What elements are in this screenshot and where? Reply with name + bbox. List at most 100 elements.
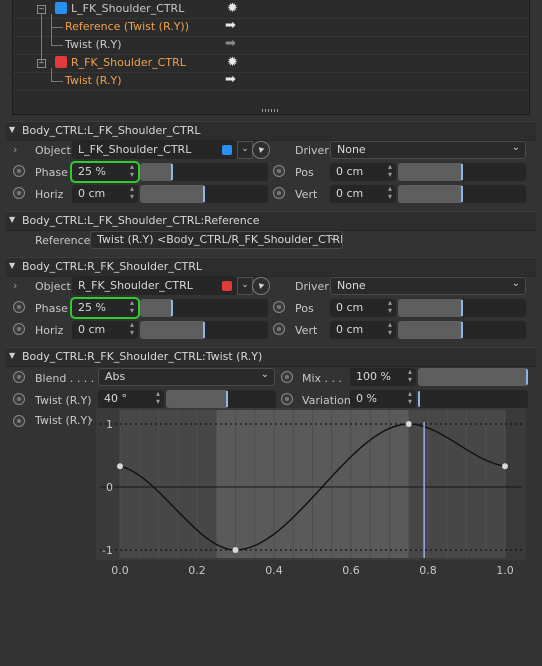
spline-key-point[interactable] [232,547,239,553]
tree-label: R_FK_Shoulder_CTRL [71,56,186,69]
slider-handle[interactable] [461,186,463,202]
collapse-triangle-icon[interactable]: ▼ [9,351,15,360]
spinner-icon[interactable]: ▴ ▾ [408,368,412,384]
tree-row[interactable]: − L_FK_Shoulder_CTRL ✹ [13,0,529,19]
pos-anim-toggle[interactable] [273,165,285,177]
pick-object-button[interactable] [252,141,270,159]
slider-handle[interactable] [526,369,528,385]
slider-handle[interactable] [461,322,463,338]
mix-anim-toggle[interactable] [281,371,293,383]
object-field[interactable]: L_FK_Shoulder_CTRL [72,141,237,159]
slider-handle[interactable] [461,300,463,316]
spline-key-point[interactable] [502,463,508,470]
pos-slider[interactable] [398,299,526,317]
spinner-icon[interactable]: ▴ ▾ [156,390,160,406]
arrow-right-icon[interactable]: ➡ [225,72,236,87]
pos-value: 0 cm [336,165,364,178]
horiz-anim-toggle[interactable] [13,187,25,199]
expand-chevron-icon[interactable]: › [13,143,17,156]
tree-row[interactable]: Twist (R.Y) ➡ [13,36,529,55]
pos-slider[interactable] [398,163,526,181]
slider-handle[interactable] [171,164,173,180]
phase-label: Phase [35,166,68,179]
sun-icon[interactable]: ✹ [227,1,238,16]
slider-handle[interactable] [203,322,205,338]
slider-fill [140,185,204,203]
curve-anim-toggle[interactable] [13,415,25,427]
phase-anim-toggle[interactable] [13,165,25,177]
slider-handle[interactable] [203,186,205,202]
slider-handle[interactable] [418,391,420,407]
slider-handle[interactable] [461,164,463,180]
vert-slider[interactable] [398,185,526,203]
spinner-icon[interactable]: ▴ ▾ [130,185,134,201]
spinner-icon[interactable]: ▴ ▾ [388,299,392,315]
expand-chevron-icon[interactable]: › [13,279,17,292]
spinner-icon[interactable]: ▴ ▾ [388,163,392,179]
tree-row[interactable]: Reference (Twist (R.Y)) ➡ [13,18,529,37]
spinner-icon[interactable]: ▴ ▾ [408,390,412,406]
collapse-triangle-icon[interactable]: ▼ [9,261,15,270]
arrow-right-icon[interactable]: ➡ [225,18,236,33]
slider-handle[interactable] [225,391,228,407]
section-header[interactable]: ▼ Body_CTRL:L_FK_Shoulder_CTRL:Reference [6,211,536,231]
phase-input[interactable]: 25 % ▴ ▾ [70,297,140,319]
tree-row[interactable]: − R_FK_Shoulder_CTRL ✹ [13,54,529,73]
twist-slider[interactable] [166,390,276,408]
resize-grip[interactable] [262,109,278,112]
variation-input[interactable]: 0 % ▴ ▾ [350,390,416,408]
vert-anim-toggle[interactable] [273,187,285,199]
vert-anim-toggle[interactable] [273,323,285,335]
spline-graph-svg[interactable]: 1 0 -1 0.0 0.2 0.4 0.6 0.8 1.0 [96,408,526,580]
phase-slider[interactable] [140,299,268,317]
vert-input[interactable]: 0 cm ▴ ▾ [330,185,396,203]
collapse-triangle-icon[interactable]: ▼ [9,215,15,224]
object-menu-button[interactable]: ⌄ [237,277,253,295]
spinner-icon[interactable]: ▴ ▾ [130,163,134,179]
blend-dropdown[interactable]: Abs ⌄ [98,368,275,386]
section-header[interactable]: ▼ Body_CTRL:R_FK_Shoulder_CTRL:Twist (R.… [6,347,536,367]
twist-input[interactable]: 40 ° ▴ ▾ [98,390,164,408]
driver-dropdown[interactable]: None ⌄ [330,277,526,295]
spinner-icon[interactable]: ▴ ▾ [388,321,392,337]
tree-row[interactable]: Twist (R.Y) ➡ [13,72,529,91]
blend-anim-toggle[interactable] [13,371,25,383]
horiz-anim-toggle[interactable] [13,323,25,335]
spinner-icon[interactable]: ▴ ▾ [388,185,392,201]
phase-input[interactable]: 25 % ▴ ▾ [70,161,140,183]
reference-dropdown[interactable]: Twist (R.Y) <Body_CTRL/R_FK_Shoulder_CTR… [90,231,343,249]
slider-handle[interactable] [171,300,173,316]
spinner-icon[interactable]: ▴ ▾ [130,299,134,315]
twist-anim-toggle[interactable] [13,393,25,405]
horiz-slider[interactable] [140,321,268,339]
section-header[interactable]: ▼ Body_CTRL:L_FK_Shoulder_CTRL [6,121,536,141]
spline-graph[interactable]: 1 0 -1 0.0 0.2 0.4 0.6 0.8 1.0 [96,408,526,580]
horiz-input[interactable]: 0 cm ▴ ▾ [72,321,138,339]
vert-input[interactable]: 0 cm ▴ ▾ [330,321,396,339]
object-field[interactable]: R_FK_Shoulder_CTRL [72,277,237,295]
pos-anim-toggle[interactable] [273,301,285,313]
phase-anim-toggle[interactable] [13,301,25,313]
spinner-icon[interactable]: ▴ ▾ [130,321,134,337]
slider-fill [398,299,462,317]
object-menu-button[interactable]: ⌄ [237,141,253,159]
horiz-input[interactable]: 0 cm ▴ ▾ [72,185,138,203]
sun-icon[interactable]: ✹ [227,55,238,70]
spline-key-point[interactable] [117,463,123,470]
driver-dropdown[interactable]: None ⌄ [330,141,526,159]
arrow-right-icon[interactable]: ➡ [225,36,236,51]
pos-input[interactable]: 0 cm ▴ ▾ [330,163,396,181]
horiz-slider[interactable] [140,185,268,203]
pos-input[interactable]: 0 cm ▴ ▾ [330,299,396,317]
expand-chevron-icon[interactable]: › [89,413,93,426]
section-header[interactable]: ▼ Body_CTRL:R_FK_Shoulder_CTRL [6,257,536,277]
vert-slider[interactable] [398,321,526,339]
spline-key-point[interactable] [405,421,412,427]
mix-input[interactable]: 100 % ▴ ▾ [350,368,416,386]
phase-slider[interactable] [140,163,268,181]
pick-object-button[interactable] [252,277,270,295]
variation-slider[interactable] [418,390,528,408]
collapse-triangle-icon[interactable]: ▼ [9,125,15,134]
variation-anim-toggle[interactable] [281,393,293,405]
mix-slider[interactable] [418,368,528,386]
